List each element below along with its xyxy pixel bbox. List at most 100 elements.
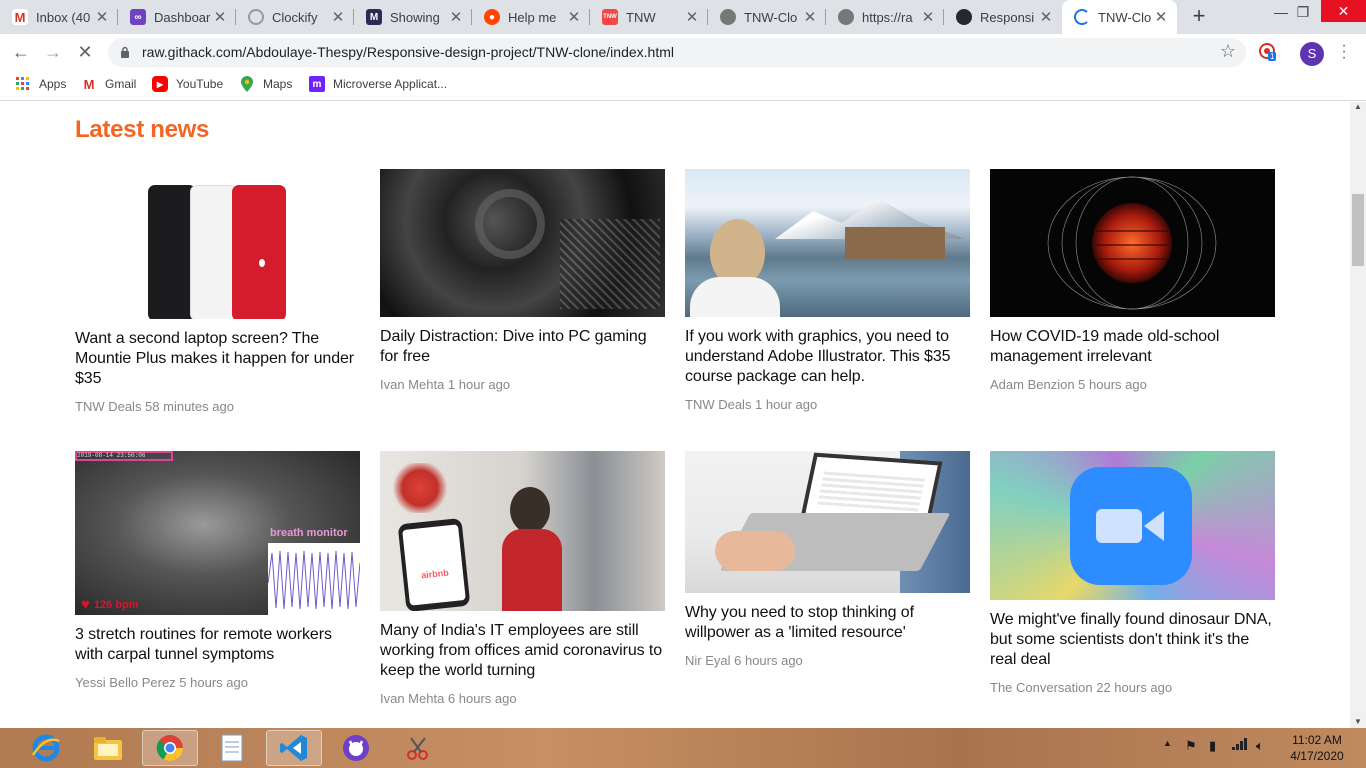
- network-signal-icon[interactable]: [1232, 738, 1248, 753]
- notepad-icon[interactable]: [204, 730, 260, 766]
- article-card[interactable]: Daily Distraction: Dive into PC gaming f…: [380, 169, 665, 392]
- breath-waveform: [267, 543, 360, 615]
- scroll-up-arrow-icon[interactable]: ▲: [1354, 102, 1362, 111]
- tunnel-photo[interactable]: [380, 169, 665, 317]
- bookmark-microverse[interactable]: m Microverse Applicat...: [309, 76, 447, 92]
- close-icon[interactable]: ✕: [566, 8, 582, 26]
- iphone-photo[interactable]: [75, 169, 360, 319]
- lock-icon: [121, 46, 129, 58]
- profile-avatar[interactable]: S: [1300, 42, 1324, 66]
- tab-raw-url[interactable]: https://ra ✕: [826, 0, 944, 34]
- close-icon[interactable]: ✕: [1038, 8, 1054, 26]
- bookmark-apps[interactable]: Apps: [15, 76, 66, 92]
- explorer-icon[interactable]: [80, 730, 136, 766]
- new-tab-button[interactable]: +: [1187, 5, 1211, 29]
- article-card[interactable]: How COVID-19 made old-school management …: [990, 169, 1275, 392]
- tab-active-tnw-clone[interactable]: TNW-Clo ✕: [1062, 0, 1177, 34]
- article-meta: Nir Eyal 6 hours ago: [685, 653, 803, 668]
- article-title[interactable]: Want a second laptop screen? The Mountie…: [75, 329, 360, 389]
- article-title[interactable]: Many of India's IT employees are still w…: [380, 621, 665, 681]
- planet-photo[interactable]: [990, 169, 1275, 317]
- extension-icon[interactable]: 1: [1258, 42, 1278, 62]
- airbnb-phone-photo[interactable]: airbnb: [380, 451, 665, 611]
- volume-icon[interactable]: 🔈︎: [1256, 738, 1264, 754]
- maps-pin-icon: [239, 76, 255, 92]
- article-card[interactable]: Why you need to stop thinking of willpow…: [685, 451, 970, 668]
- tab-strip: M Inbox (40 ✕ ∞ Dashboar ✕ Clockify ✕ M …: [0, 0, 1366, 34]
- article-card[interactable]: 2019-08-14 23:50:06 breath monitor ♥ 126…: [75, 451, 360, 690]
- article-title[interactable]: 3 stretch routines for remote workers wi…: [75, 625, 360, 665]
- heart-icon: ♥: [81, 596, 90, 613]
- address-bar[interactable]: raw.githack.com/Abdoulaye-Thespy/Respons…: [108, 38, 1246, 67]
- breath-monitor-label: breath monitor: [270, 527, 348, 539]
- close-icon[interactable]: ✕: [94, 8, 110, 26]
- page-scrollbar[interactable]: ▲ ▼: [1350, 102, 1366, 728]
- tab-title: Clockify: [272, 9, 318, 25]
- clock-time: 11:02 AM: [1292, 733, 1342, 747]
- chrome-icon[interactable]: [142, 730, 198, 766]
- article-card[interactable]: airbnb Many of India's IT employees are …: [380, 451, 665, 706]
- ie-icon[interactable]: [18, 730, 74, 766]
- tab-clockify[interactable]: Clockify ✕: [236, 0, 354, 34]
- article-card[interactable]: If you work with graphics, you need to u…: [685, 169, 970, 412]
- globe-icon: [838, 9, 854, 25]
- vscode-icon[interactable]: [266, 730, 322, 766]
- tab-gmail[interactable]: M Inbox (40 ✕: [0, 0, 118, 34]
- tab-github[interactable]: Responsi ✕: [944, 0, 1062, 34]
- scroll-down-arrow-icon[interactable]: ▼: [1354, 717, 1362, 726]
- close-icon[interactable]: ✕: [920, 8, 936, 26]
- close-icon[interactable]: ✕: [330, 8, 346, 26]
- close-icon[interactable]: ✕: [448, 8, 464, 26]
- section-title: Latest news: [75, 116, 210, 143]
- laptop-typing-photo[interactable]: [685, 451, 970, 593]
- back-button[interactable]: ←: [9, 40, 33, 64]
- scrollbar-thumb[interactable]: [1352, 194, 1364, 266]
- article-card[interactable]: Want a second laptop screen? The Mountie…: [75, 169, 360, 414]
- bookmark-maps[interactable]: Maps: [239, 76, 292, 92]
- show-hidden-icons-arrow[interactable]: ▲: [1163, 738, 1172, 748]
- url-text[interactable]: raw.githack.com/Abdoulaye-Thespy/Respons…: [142, 44, 674, 60]
- youtube-icon: ▶: [152, 76, 168, 92]
- loading-icon: [1074, 9, 1090, 25]
- close-icon[interactable]: ✕: [1153, 8, 1169, 26]
- gmail-icon: M: [12, 9, 28, 25]
- bookmark-youtube[interactable]: ▶ YouTube: [152, 76, 223, 92]
- baby-monitor-photo[interactable]: 2019-08-14 23:50:06 breath monitor ♥ 126…: [75, 451, 360, 615]
- showing-icon: M: [366, 9, 382, 25]
- article-title[interactable]: We might've finally found dinosaur DNA, …: [990, 610, 1275, 670]
- article-title[interactable]: Why you need to stop thinking of willpow…: [685, 603, 970, 643]
- power-icon[interactable]: ▮: [1209, 738, 1216, 754]
- article-title[interactable]: Daily Distraction: Dive into PC gaming f…: [380, 327, 665, 367]
- tab-reddit[interactable]: ● Help me ✕: [472, 0, 590, 34]
- extension-badge: 1: [1268, 52, 1277, 61]
- stop-loading-button[interactable]: ✕: [73, 40, 97, 64]
- action-center-flag-icon[interactable]: ⚑: [1185, 738, 1197, 754]
- tab-dashboard[interactable]: ∞ Dashboar ✕: [118, 0, 236, 34]
- tab-tnw-clone[interactable]: TNW-Clo ✕: [708, 0, 826, 34]
- article-title[interactable]: How COVID-19 made old-school management …: [990, 327, 1275, 367]
- article-meta: Ivan Mehta 6 hours ago: [380, 691, 517, 706]
- snipping-tool-icon[interactable]: [390, 730, 446, 766]
- system-clock[interactable]: 11:02 AM 4/17/2020: [1282, 732, 1352, 764]
- zoom-logo-photo[interactable]: [990, 451, 1275, 600]
- illustration-photo[interactable]: [685, 169, 970, 317]
- tab-title: Help me: [508, 9, 557, 25]
- bookmark-gmail[interactable]: M Gmail: [81, 76, 137, 92]
- bookmark-star-icon[interactable]: ☆: [1220, 41, 1236, 62]
- github-desktop-icon[interactable]: [328, 730, 384, 766]
- globe-icon: [720, 9, 736, 25]
- article-title[interactable]: If you work with graphics, you need to u…: [685, 327, 970, 387]
- kebab-menu-icon[interactable]: · · ·: [1341, 38, 1347, 66]
- window-close-button[interactable]: ✕: [1321, 0, 1366, 22]
- reddit-icon: ●: [484, 9, 500, 25]
- close-icon[interactable]: ✕: [802, 8, 818, 26]
- close-icon[interactable]: ✕: [684, 8, 700, 26]
- close-icon[interactable]: ✕: [212, 8, 228, 26]
- article-card[interactable]: We might've finally found dinosaur DNA, …: [990, 451, 1275, 695]
- maximize-button[interactable]: ❐: [1284, 0, 1322, 34]
- forward-button[interactable]: →: [41, 40, 65, 64]
- tab-title: TNW-Clo: [1098, 9, 1152, 25]
- bookmark-label: Gmail: [105, 77, 137, 91]
- tab-showing[interactable]: M Showing ✕: [354, 0, 472, 34]
- tab-tnw[interactable]: TNW TNW ✕: [590, 0, 708, 34]
